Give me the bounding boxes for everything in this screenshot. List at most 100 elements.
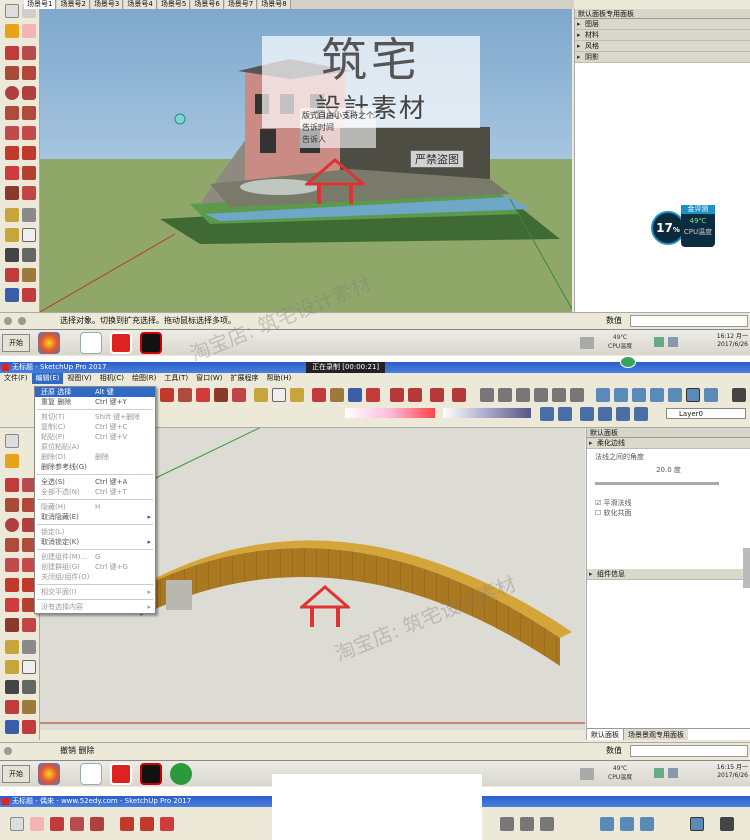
edit-menu-item[interactable]: 锁定(L) [35, 527, 155, 537]
protractor-icon[interactable] [290, 388, 304, 402]
tray-section-materials[interactable]: 材料 [575, 30, 750, 41]
offset-tool-icon[interactable] [22, 186, 36, 200]
right-view-icon[interactable] [534, 388, 548, 402]
wireframe-style-icon[interactable] [632, 388, 646, 402]
menu-tools[interactable]: 工具(T) [160, 373, 192, 384]
rotate-tool-icon[interactable] [5, 598, 19, 612]
refresh-app-icon[interactable] [170, 763, 192, 785]
prev-view-icon[interactable] [390, 388, 404, 402]
text-tool-icon[interactable] [22, 228, 36, 242]
arc2-tool-icon[interactable] [5, 558, 19, 572]
polygon-tool-icon[interactable] [22, 86, 36, 100]
dimension-tool-icon[interactable] [22, 640, 36, 654]
rotate-tool-icon[interactable] [196, 388, 210, 402]
next-view-icon[interactable] [408, 388, 422, 402]
paint-bucket-icon[interactable] [5, 24, 19, 38]
line-tool-icon[interactable] [5, 478, 19, 492]
arc3-tool-icon[interactable] [22, 126, 36, 140]
scene-tab[interactable]: 场景号2 [57, 0, 90, 9]
walk-tool-icon[interactable] [452, 388, 466, 402]
offset-tool-icon[interactable] [232, 388, 246, 402]
solid-union-icon[interactable] [580, 407, 594, 421]
record-icon[interactable] [140, 332, 162, 354]
printer-icon[interactable] [580, 768, 594, 780]
line-tool-icon[interactable] [5, 46, 19, 60]
paint-bucket-icon[interactable] [5, 454, 19, 468]
protractor-icon[interactable] [5, 228, 19, 242]
shaded-textures-style-icon[interactable] [686, 388, 700, 402]
scale-tool-icon[interactable] [5, 618, 19, 632]
layers-manager-icon[interactable] [732, 388, 746, 402]
text-tool-icon[interactable] [22, 660, 36, 674]
edit-menu-item[interactable]: 隐藏(H) H [35, 502, 155, 512]
cpu-usage-gauge[interactable]: 17% [651, 211, 685, 245]
orbit-tool-icon[interactable] [312, 388, 326, 402]
zoom-tool-icon[interactable] [5, 720, 19, 734]
axes-tool-icon[interactable] [5, 248, 19, 262]
arc-tool-icon[interactable] [5, 538, 19, 552]
front-view-icon[interactable] [516, 388, 530, 402]
iso-view-icon[interactable] [480, 388, 494, 402]
tape-measure-icon[interactable] [5, 208, 19, 222]
scene-tab[interactable]: 场景号1 [24, 0, 57, 9]
measurements-input[interactable] [630, 315, 748, 327]
menu-draw[interactable]: 绘图(R) [128, 373, 160, 384]
edit-menu-item[interactable]: 原位粘贴(A) [35, 442, 155, 452]
protractor-icon[interactable] [5, 660, 19, 674]
scene-tab[interactable]: 场景号7 [224, 0, 258, 9]
top-view-icon[interactable] [498, 388, 512, 402]
line-tool-icon[interactable] [50, 817, 64, 831]
edit-menu-item[interactable]: 取消隐藏(E) ▸ [35, 512, 155, 522]
zoom-window-icon[interactable] [22, 288, 36, 302]
app-launcher-icon[interactable] [38, 332, 60, 354]
tray-section-layers[interactable]: 图层 [575, 19, 750, 30]
layer-select[interactable]: Layer0 [666, 408, 746, 419]
arc2-tool-icon[interactable] [5, 126, 19, 140]
edit-menu-item[interactable]: 全选(S) Ctrl 键+A [35, 477, 155, 487]
tray-tab-scene[interactable]: 场景景观专用面板 [624, 729, 688, 740]
zoom-tool-icon[interactable] [5, 288, 19, 302]
solid-subtract-icon[interactable] [598, 407, 612, 421]
sketchup-icon[interactable] [110, 763, 132, 785]
edit-menu-item[interactable]: 复制(C) Ctrl 键+C [35, 422, 155, 432]
checkbox-smooth-normals[interactable]: ☑ 平滑法线 [595, 498, 632, 508]
shaded-style-icon[interactable] [668, 388, 682, 402]
followme-tool-icon[interactable] [22, 166, 36, 180]
rotate-tool-icon[interactable] [5, 166, 19, 180]
menu-file[interactable]: 文件(F) [0, 373, 32, 384]
circle-tool-icon[interactable] [5, 518, 19, 532]
record-icon[interactable] [140, 763, 162, 785]
pushpull-tool-icon[interactable] [178, 388, 192, 402]
menu-help[interactable]: 帮助(H) [262, 373, 295, 384]
rotated-rectangle-icon[interactable] [22, 66, 36, 80]
eraser-icon[interactable] [30, 817, 44, 831]
arc-tool-icon[interactable] [70, 817, 84, 831]
hiddenline-style-icon[interactable] [650, 388, 664, 402]
feather-app-icon[interactable] [80, 763, 102, 785]
scale-tool-icon[interactable] [214, 388, 228, 402]
layers-manager-icon[interactable] [720, 817, 734, 831]
select-tool-icon[interactable] [5, 4, 19, 18]
axes-tool-icon[interactable] [5, 680, 19, 694]
offset-tool-icon[interactable] [22, 618, 36, 632]
eraser-icon[interactable] [22, 24, 36, 38]
front-view-icon[interactable] [540, 817, 554, 831]
volume-icon[interactable] [668, 768, 678, 778]
orbit-tool-icon[interactable] [5, 268, 19, 282]
scene-tab[interactable]: 场景号4 [124, 0, 157, 9]
start-button[interactable]: 开始 [2, 334, 30, 352]
back-view-icon[interactable] [552, 388, 566, 402]
menu-extensions[interactable]: 扩展程序 [226, 373, 262, 384]
edit-menu-item[interactable]: 取消锁定(K) ▸ [35, 537, 155, 547]
rotate-tool-icon[interactable] [160, 817, 174, 831]
wireframe-style-icon[interactable] [620, 817, 634, 831]
arc-tool-icon[interactable] [5, 106, 19, 120]
edit-menu-item[interactable]: 创建群组(G) Ctrl 键+G [35, 562, 155, 572]
sketchup-icon[interactable] [110, 332, 132, 354]
tape-measure-icon[interactable] [254, 388, 268, 402]
smooth-angle-slider[interactable] [595, 482, 719, 485]
taskbar-clock[interactable]: 16:15 月一 2017/6/26 [717, 764, 748, 780]
menu-camera[interactable]: 相机(C) [96, 373, 128, 384]
section-plane-icon[interactable] [540, 407, 554, 421]
edit-menu-item[interactable]: 创建组件(M)... G [35, 552, 155, 562]
